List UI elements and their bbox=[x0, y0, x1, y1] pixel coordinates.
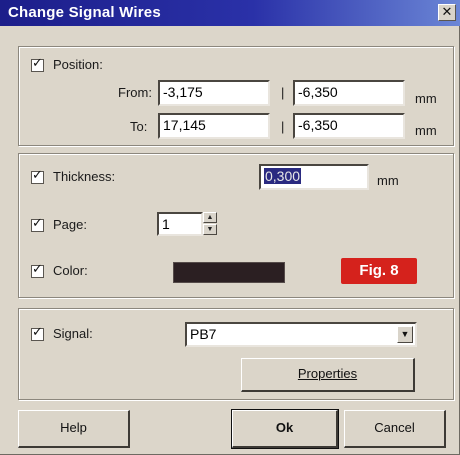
signal-checkbox[interactable] bbox=[31, 325, 44, 341]
spin-down-icon: ▼ bbox=[206, 226, 214, 233]
thickness-checkbox[interactable] bbox=[31, 168, 44, 184]
position-label: Position: bbox=[53, 57, 103, 72]
signal-select[interactable]: PB7 bbox=[185, 322, 417, 347]
from-label: From: bbox=[118, 85, 152, 100]
ok-button-label: Ok bbox=[275, 420, 294, 435]
from-separator: | bbox=[281, 85, 285, 100]
signal-dropdown-button[interactable]: ▼ bbox=[397, 326, 413, 343]
page-spin-down[interactable]: ▼ bbox=[203, 224, 217, 235]
page-checkbox[interactable] bbox=[31, 216, 44, 232]
page-input[interactable]: 1 bbox=[157, 212, 203, 236]
help-button[interactable]: Help bbox=[18, 410, 130, 448]
close-icon: ✕ bbox=[441, 5, 453, 20]
help-button-label: Help bbox=[60, 420, 87, 435]
to-x-input[interactable]: 17,145 bbox=[158, 113, 270, 139]
properties-button[interactable]: Properties bbox=[241, 358, 415, 392]
ok-button[interactable]: Ok bbox=[231, 409, 339, 449]
signal-label: Signal: bbox=[53, 326, 93, 341]
page-label: Page: bbox=[53, 217, 87, 232]
color-checkbox[interactable] bbox=[31, 262, 44, 278]
window-title: Change Signal Wires bbox=[8, 4, 161, 21]
thickness-label: Thickness: bbox=[53, 169, 116, 184]
thickness-input[interactable]: 0,300 bbox=[259, 164, 369, 190]
signal-group: Signal: PB7 ▼ Properties bbox=[18, 308, 454, 400]
properties-button-label: Properties bbox=[297, 366, 358, 381]
cancel-button[interactable]: Cancel bbox=[344, 410, 446, 448]
page-spin-up[interactable]: ▲ bbox=[203, 212, 217, 223]
change-signal-wires-dialog: Change Signal Wires ✕ Position: From: -3… bbox=[0, 0, 460, 455]
appearance-group: Thickness: 0,300 mm Page: 1 ▲ ▼ Color: F… bbox=[18, 153, 454, 298]
position-checkbox[interactable] bbox=[31, 56, 44, 72]
title-bar[interactable]: Change Signal Wires ✕ bbox=[0, 0, 460, 26]
thickness-value: 0,300 bbox=[264, 168, 302, 184]
to-unit: mm bbox=[415, 123, 437, 138]
cancel-button-label: Cancel bbox=[374, 420, 415, 435]
color-label: Color: bbox=[53, 263, 88, 278]
spin-up-icon: ▲ bbox=[206, 214, 214, 221]
figure-badge: Fig. 8 bbox=[341, 258, 417, 284]
to-label: To: bbox=[130, 119, 148, 134]
position-group: Position: From: -3,175 | -6,350 mm To: 1… bbox=[18, 46, 454, 146]
from-y-input[interactable]: -6,350 bbox=[293, 80, 405, 106]
chevron-down-icon: ▼ bbox=[400, 329, 410, 339]
from-x-input[interactable]: -3,175 bbox=[158, 80, 270, 106]
to-separator: | bbox=[281, 119, 285, 134]
thickness-unit: mm bbox=[377, 173, 399, 188]
close-button[interactable]: ✕ bbox=[438, 4, 456, 21]
from-unit: mm bbox=[415, 91, 437, 106]
color-swatch[interactable] bbox=[173, 262, 285, 283]
to-y-input[interactable]: -6,350 bbox=[293, 113, 405, 139]
